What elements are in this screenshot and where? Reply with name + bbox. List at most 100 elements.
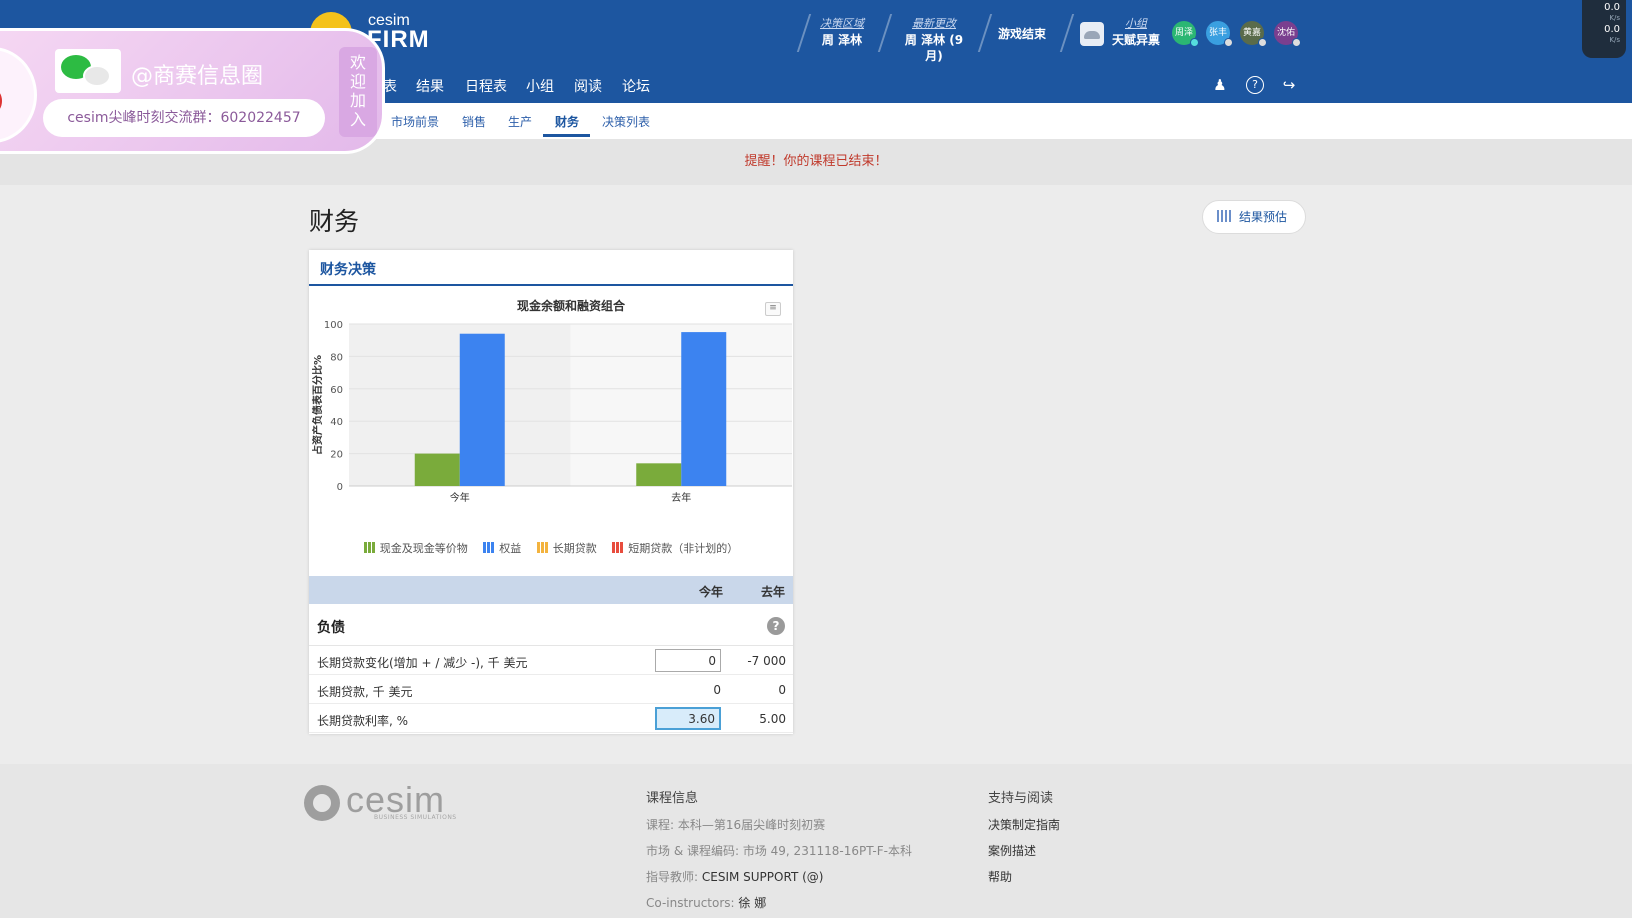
- tab-production[interactable]: 生产: [508, 113, 532, 130]
- team-label[interactable]: 小组: [1110, 16, 1162, 32]
- link-case-description[interactable]: 案例描述: [988, 838, 1060, 864]
- x-tick-label: 去年: [671, 491, 691, 504]
- watermark-join-badge: 欢 迎 加 入: [339, 47, 377, 137]
- coinstructor-label: Co-instructors:: [646, 896, 735, 910]
- row-label: 长期贷款变化(增加 + / 减少 -), 千 美元: [317, 656, 528, 670]
- team-icon: [1080, 22, 1104, 46]
- badge-char: 欢: [349, 53, 366, 72]
- legend-item-equity[interactable]: 权益: [483, 540, 521, 556]
- chart-title: 现金余额和融资组合: [517, 298, 626, 313]
- tab-sales[interactable]: 销售: [462, 113, 486, 130]
- bar-权益: [459, 333, 505, 486]
- badge-char: 入: [349, 110, 366, 129]
- user-profile-icon[interactable]: ♟: [1211, 76, 1229, 94]
- legend-swatch: [612, 542, 625, 553]
- section-liabilities: 负债 ?: [309, 604, 793, 646]
- column-current-year: 今年: [698, 585, 723, 599]
- bar-现金及现金等价物: [636, 463, 682, 486]
- column-previous-year: 去年: [760, 585, 785, 599]
- y-tick-label: 80: [330, 352, 343, 363]
- link-decision-guide[interactable]: 决策制定指南: [988, 812, 1060, 838]
- legend-item-cash[interactable]: 现金及现金等价物: [363, 540, 468, 556]
- nav-item-team[interactable]: 小组: [526, 76, 554, 96]
- coinstructor-value: 徐 娜: [738, 896, 767, 910]
- decision-area[interactable]: 决策区域 周 泽林: [818, 16, 866, 48]
- y-tick-label: 100: [324, 320, 343, 331]
- avatar-initials: 黄嘉: [1242, 28, 1261, 38]
- team-value: 天赋异禀: [1111, 33, 1160, 47]
- watermark-avatar: [0, 47, 37, 143]
- cesim-logo-icon: [304, 785, 340, 821]
- speed-up-value: 0.0: [1604, 2, 1620, 13]
- speed-unit: K/s: [1609, 14, 1620, 22]
- bar-权益: [681, 332, 727, 486]
- legend-item-long-term-loan[interactable]: 长期贷款: [536, 540, 597, 556]
- section-title: 负债: [317, 620, 345, 636]
- y-tick-label: 40: [330, 417, 343, 428]
- y-axis-label: 占资产负债表百分比%: [311, 355, 324, 455]
- team-info[interactable]: 小组 天赋异禀: [1110, 16, 1162, 48]
- avatar-initials: 张丰: [1208, 28, 1227, 38]
- nav-item-reading[interactable]: 阅读: [574, 76, 602, 96]
- legend-swatch: [536, 542, 549, 553]
- avatar-initials: 沈佑: [1276, 28, 1295, 38]
- long-term-loan-change-input[interactable]: [655, 649, 721, 672]
- long-term-loan-rate-input[interactable]: [655, 707, 721, 730]
- game-ended-status: 游戏结束: [998, 27, 1047, 41]
- table-row: 长期贷款, 千 美元 0 0: [309, 675, 793, 704]
- network-speed-widget: 0.0 K/s 0.0 K/s: [1582, 0, 1626, 58]
- nav-item-partial[interactable]: 表: [383, 76, 397, 96]
- latest-change[interactable]: 最新更改 周 泽林 (9月): [898, 16, 970, 64]
- avatar[interactable]: 周泽: [1172, 21, 1199, 47]
- legend-swatch: [483, 542, 496, 553]
- avatar[interactable]: 沈佑: [1274, 21, 1301, 47]
- nav-item-schedule[interactable]: 日程表: [465, 76, 507, 96]
- legend-label: 权益: [499, 542, 522, 555]
- finance-decision-card: 财务决策 现金余额和融资组合 0 20 40 60 80 100 占资产负债表百分比% 今年 去年…: [309, 250, 793, 734]
- help-icon[interactable]: ?: [1246, 76, 1264, 94]
- y-tick-label: 0: [337, 482, 343, 493]
- results-forecast-button[interactable]: 结果预估: [1202, 200, 1306, 234]
- latest-change-label[interactable]: 最新更改: [898, 16, 970, 32]
- tab-decision-list[interactable]: 决策列表: [602, 113, 650, 130]
- divider: [1059, 14, 1075, 52]
- tab-finance[interactable]: 财务: [555, 113, 579, 130]
- help-icon[interactable]: ?: [767, 617, 785, 635]
- page-title: 财务: [309, 207, 360, 236]
- badge-char: 迎: [349, 72, 366, 91]
- table-row: 长期贷款变化(增加 + / 减少 -), 千 美元 -7 000: [309, 646, 793, 675]
- badge-char: 加: [349, 91, 366, 110]
- course-name: 课程: 本科—第16届尖峰时刻初赛: [646, 818, 826, 832]
- course-info: 课程信息 课程: 本科—第16届尖峰时刻初赛 市场 & 课程编码: 市场 49,…: [646, 786, 912, 916]
- legend-swatch: [363, 542, 376, 553]
- chart-menu-icon[interactable]: ≡: [765, 302, 781, 316]
- avatar-initials: 周泽: [1174, 28, 1193, 38]
- nav-item-results[interactable]: 结果: [416, 76, 444, 96]
- y-tick-label: 20: [330, 450, 343, 461]
- chart-legend: 现金及现金等价物 权益 长期贷款 短期贷款（非计划的）: [309, 540, 793, 556]
- divider: [877, 14, 893, 52]
- nav-item-forum[interactable]: 论坛: [622, 76, 650, 96]
- decision-area-label[interactable]: 决策区域: [818, 16, 866, 32]
- latest-change-value: 周 泽林 (9月): [904, 33, 964, 63]
- market-course-code: 市场 & 课程编码: 市场 49, 231118-16PT-F-本科: [646, 844, 912, 858]
- logout-icon[interactable]: ↪: [1280, 76, 1298, 94]
- table-header: 今年 去年: [309, 576, 793, 604]
- row-label: 长期贷款, 千 美元: [317, 685, 413, 699]
- tab-market-outlook[interactable]: 市场前景: [391, 113, 439, 130]
- legend-label: 长期贷款: [552, 542, 597, 555]
- avatar[interactable]: 张丰: [1206, 21, 1233, 47]
- watermark-handle: @商赛信息圈: [131, 64, 264, 89]
- divider: [796, 14, 812, 52]
- decision-area-value: 周 泽林: [821, 33, 863, 47]
- row-label: 长期贷款利率, %: [317, 714, 409, 728]
- avatar[interactable]: 黄嘉: [1240, 21, 1267, 47]
- legend-item-short-term-loan[interactable]: 短期贷款（非计划的）: [612, 540, 738, 556]
- watermark-overlay: @商赛信息圈 cesim尖峰时刻交流群：602022457 欢 迎 加 入: [0, 28, 385, 154]
- course-info-heading: 课程信息: [646, 791, 699, 806]
- link-help[interactable]: 帮助: [988, 864, 1060, 890]
- x-tick-label: 今年: [450, 491, 470, 504]
- chart-svg: 现金余额和融资组合 0 20 40 60 80 100 占资产负债表百分比% 今年 去年: [311, 298, 792, 504]
- previous-value: 5.00: [759, 712, 786, 726]
- legend-label: 现金及现金等价物: [379, 542, 468, 555]
